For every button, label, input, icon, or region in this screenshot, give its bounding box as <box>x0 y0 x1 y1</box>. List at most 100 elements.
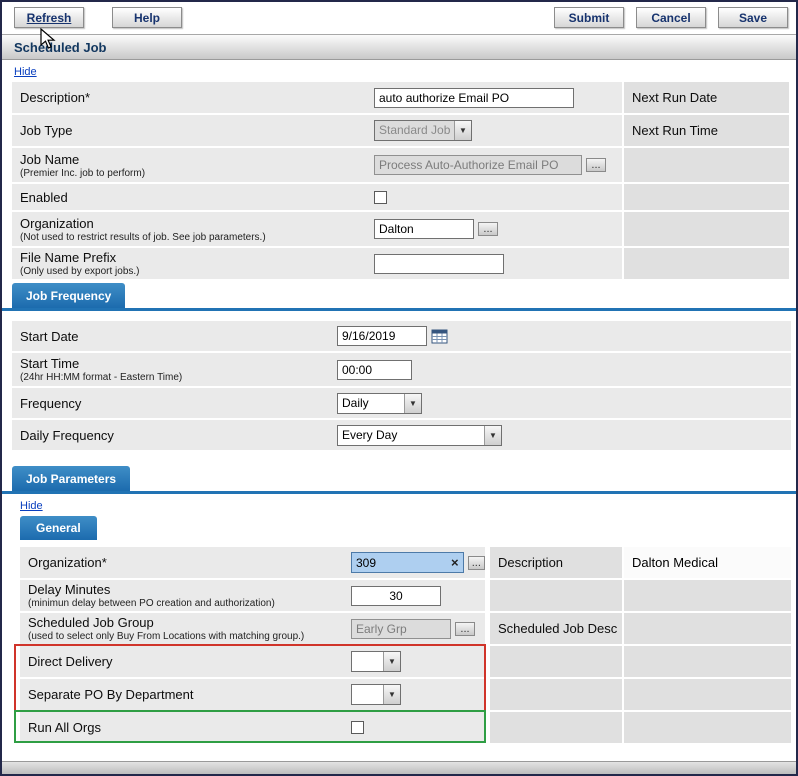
toolbar-right-group: Submit Cancel Save <box>554 7 788 28</box>
delay-minutes-input[interactable] <box>351 586 441 606</box>
calendar-icon[interactable] <box>431 328 448 344</box>
organization-input[interactable] <box>374 219 474 239</box>
direct-delivery-control-cell: ▼ <box>347 646 485 677</box>
delay-minutes-label-cell: Delay Minutes (minimun delay between PO … <box>20 580 347 611</box>
start-date-label: Start Date <box>20 329 329 344</box>
empty-param-cell-1 <box>490 580 622 611</box>
param-organization-label: Organization* <box>28 555 339 570</box>
separate-po-select[interactable]: ▼ <box>351 684 401 705</box>
empty-param-cell-6 <box>624 679 791 710</box>
organization-control-cell: ... <box>372 212 622 246</box>
job-name-label: Job Name <box>20 152 364 167</box>
job-type-label-cell: Job Type <box>12 115 372 146</box>
job-parameters-hide-link[interactable]: Hide <box>20 500 43 512</box>
scheduled-job-group-label: Scheduled Job Group <box>28 615 339 630</box>
description-label: Description* <box>20 90 364 105</box>
next-run-time-cell: Next Run Time <box>624 115 789 146</box>
row-organization: Organization (Not used to restrict resul… <box>12 212 791 246</box>
start-time-input[interactable] <box>337 360 412 380</box>
param-organization-input[interactable]: 309 × <box>351 552 464 573</box>
job-name-input <box>374 155 582 175</box>
empty-right-cell-3 <box>624 212 789 246</box>
organization-sublabel: (Not used to restrict results of job. Se… <box>20 232 364 243</box>
submit-button[interactable]: Submit <box>554 7 624 28</box>
help-button[interactable]: Help <box>112 7 182 28</box>
row-file-name-prefix: File Name Prefix (Only used by export jo… <box>12 248 791 279</box>
empty-right-cell-4 <box>624 248 789 279</box>
next-run-date-cell: Next Run Date <box>624 82 789 113</box>
scheduled-job-group-label-cell: Scheduled Job Group (used to select only… <box>20 613 347 644</box>
job-type-label: Job Type <box>20 123 364 138</box>
direct-delivery-select[interactable]: ▼ <box>351 651 401 672</box>
job-parameters-table: Organization* 309 × ... Description Dalt… <box>20 547 791 743</box>
description-control-cell <box>372 82 622 113</box>
param-organization-value: 309 <box>356 556 376 570</box>
frequency-label: Frequency <box>20 396 329 411</box>
file-name-prefix-sublabel: (Only used by export jobs.) <box>20 266 364 277</box>
separate-po-label: Separate PO By Department <box>28 687 339 702</box>
empty-param-cell-4 <box>624 646 791 677</box>
param-organization-control-cell: 309 × ... <box>347 547 485 578</box>
file-name-prefix-input[interactable] <box>374 254 504 274</box>
empty-right-cell-1 <box>624 148 789 182</box>
tab-general[interactable]: General <box>20 516 97 540</box>
separate-po-control-cell: ▼ <box>347 679 485 710</box>
row-delay-minutes: Delay Minutes (minimun delay between PO … <box>20 580 791 611</box>
row-job-type: Job Type Standard Job ▼ Next Run Time <box>12 115 791 146</box>
empty-param-cell-7 <box>490 712 622 743</box>
start-time-control-cell <box>337 353 791 386</box>
file-name-prefix-label-cell: File Name Prefix (Only used by export jo… <box>12 248 372 279</box>
job-frequency-tabbar: Job Frequency <box>2 283 796 311</box>
row-description: Description* Next Run Date <box>12 82 791 113</box>
start-date-label-cell: Start Date <box>12 321 337 351</box>
param-organization-lookup-button[interactable]: ... <box>468 556 485 570</box>
organization-lookup-button[interactable]: ... <box>478 222 498 236</box>
job-name-lookup-button[interactable]: ... <box>586 158 606 172</box>
chevron-down-icon: ▼ <box>383 685 400 704</box>
tab-job-frequency[interactable]: Job Frequency <box>12 283 125 308</box>
delay-minutes-control-cell <box>347 580 485 611</box>
job-name-sublabel: (Premier Inc. job to perform) <box>20 168 364 179</box>
daily-frequency-label-cell: Daily Frequency <box>12 420 337 450</box>
hide-link[interactable]: Hide <box>14 66 37 78</box>
start-date-input[interactable] <box>337 326 427 346</box>
delay-minutes-label: Delay Minutes <box>28 582 339 597</box>
organization-label: Organization <box>20 216 364 231</box>
start-time-sublabel: (24hr HH:MM format - Eastern Time) <box>20 372 329 383</box>
empty-param-cell-8 <box>624 712 791 743</box>
page-header: Scheduled Job <box>2 34 796 60</box>
save-button[interactable]: Save <box>718 7 788 28</box>
horizontal-scrollbar[interactable] <box>2 761 796 774</box>
clear-icon[interactable]: × <box>451 556 459 569</box>
scheduled-job-group-control-cell: ... <box>347 613 485 644</box>
row-enabled: Enabled <box>12 184 791 210</box>
direct-delivery-label-cell: Direct Delivery <box>20 646 347 677</box>
frequency-label-cell: Frequency <box>12 388 337 418</box>
description-right-label-cell: Description <box>490 547 622 578</box>
enabled-checkbox[interactable] <box>374 191 387 204</box>
start-time-label: Start Time <box>20 356 329 371</box>
job-name-label-cell: Job Name (Premier Inc. job to perform) <box>12 148 372 182</box>
run-all-orgs-checkbox[interactable] <box>351 721 364 734</box>
row-direct-delivery: Direct Delivery ▼ <box>20 646 791 677</box>
param-description-label: Description <box>498 555 563 570</box>
job-type-control-cell: Standard Job ▼ <box>372 115 622 146</box>
daily-frequency-select[interactable]: Every Day ▼ <box>337 425 502 446</box>
run-all-orgs-label: Run All Orgs <box>28 720 339 735</box>
job-type-value: Standard Job <box>375 121 454 140</box>
organization-label-cell: Organization (Not used to restrict resul… <box>12 212 372 246</box>
tab-job-parameters[interactable]: Job Parameters <box>12 466 130 491</box>
empty-param-cell-2 <box>624 580 791 611</box>
scheduled-job-group-lookup-button[interactable]: ... <box>455 622 475 636</box>
description-input[interactable] <box>374 88 574 108</box>
enabled-label-cell: Enabled <box>12 184 372 210</box>
direct-delivery-label: Direct Delivery <box>28 654 339 669</box>
run-all-orgs-label-cell: Run All Orgs <box>20 712 347 743</box>
cancel-button[interactable]: Cancel <box>636 7 706 28</box>
run-all-orgs-control-cell <box>347 712 485 743</box>
job-type-select[interactable]: Standard Job ▼ <box>374 120 472 141</box>
frequency-select[interactable]: Daily ▼ <box>337 393 422 414</box>
refresh-button[interactable]: Refresh <box>14 7 84 28</box>
chevron-down-icon: ▼ <box>404 394 421 413</box>
scheduled-job-group-sublabel: (used to select only Buy From Locations … <box>28 631 339 642</box>
